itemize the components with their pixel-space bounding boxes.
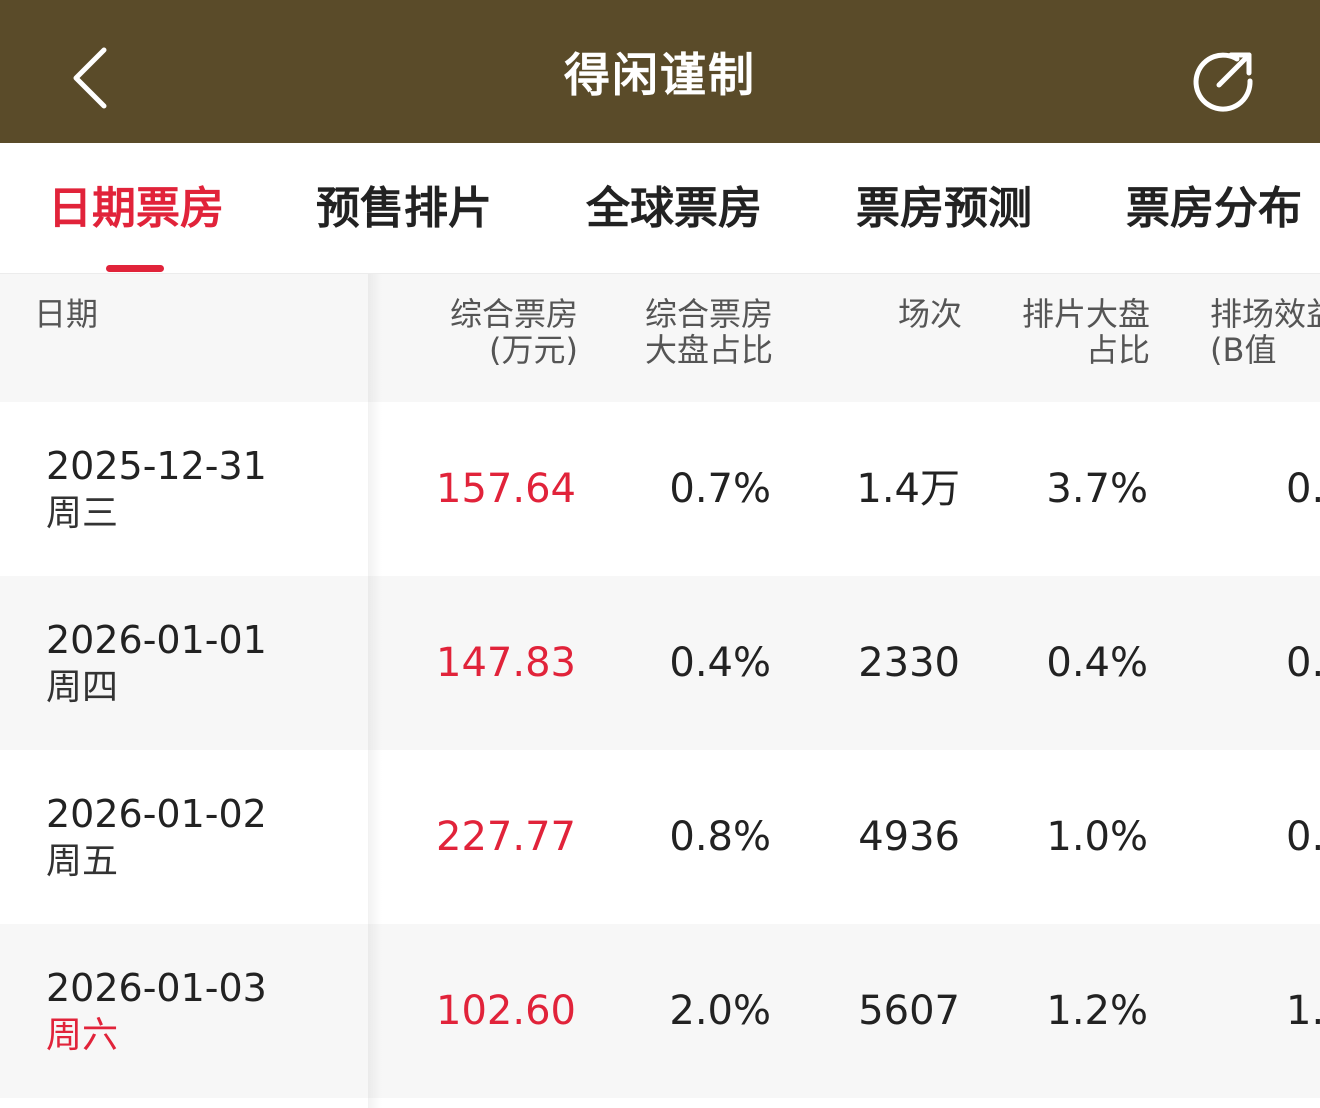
- table-row[interactable]: 2026-01-01 周四 147.83 0.4% 2330 0.4% 0.9: [0, 576, 1320, 750]
- row-date: 2026-01-01: [46, 618, 267, 662]
- header-screening-efficiency[interactable]: 排场效益(B值: [1210, 296, 1320, 368]
- row-screenings: 1.4万: [856, 466, 960, 512]
- row-date: 2025-12-31: [46, 444, 267, 488]
- row-weekday: 周三: [46, 493, 119, 534]
- row-screening-efficiency: 0.: [1286, 814, 1320, 860]
- header-box-office-share[interactable]: 综合票房 大盘占比: [645, 296, 773, 368]
- table-row[interactable]: 2025-12-31 周三 157.64 0.7% 1.4万 3.7% 0.: [0, 402, 1320, 576]
- row-screenings: 5607: [858, 988, 960, 1034]
- header-date: 日期: [34, 295, 99, 333]
- app-header: 得闲谨制: [0, 0, 1320, 143]
- tab-daily-box-office[interactable]: 日期票房: [48, 179, 224, 239]
- row-screenings: 2330: [858, 640, 960, 686]
- row-box-office-share: 0.7%: [669, 466, 771, 512]
- tab-box-office-forecast[interactable]: 票房预测: [856, 179, 1032, 239]
- row-schedule-share: 1.0%: [1046, 814, 1148, 860]
- row-screening-efficiency: 1.: [1286, 988, 1320, 1034]
- row-box-office-share: 2.0%: [669, 988, 771, 1034]
- table-row[interactable]: 2026-01-03 周六 102.60 2.0% 5607 1.2% 1.: [0, 924, 1320, 1098]
- row-screening-efficiency: 0.9: [1286, 640, 1320, 686]
- row-schedule-share: 1.2%: [1046, 988, 1148, 1034]
- chevron-left-icon: [73, 47, 107, 109]
- row-weekday: 周六: [46, 1015, 119, 1056]
- row-box-office: 157.64: [436, 466, 576, 512]
- table-row[interactable]: 2026-01-02 周五 227.77 0.8% 4936 1.0% 0.: [0, 750, 1320, 924]
- row-date: 2026-01-02: [46, 792, 267, 836]
- row-box-office-share: 0.8%: [669, 814, 771, 860]
- row-box-office: 147.83: [436, 640, 576, 686]
- row-schedule-share: 0.4%: [1046, 640, 1148, 686]
- share-icon: [1193, 52, 1253, 112]
- header-screenings[interactable]: 场次: [898, 296, 962, 332]
- row-schedule-share: 3.7%: [1046, 466, 1148, 512]
- active-tab-indicator: [106, 265, 164, 272]
- tab-bar: 日期票房 预售排片 全球票房 票房预测 票房分布: [0, 143, 1320, 274]
- row-screening-efficiency: 0.: [1286, 466, 1320, 512]
- row-date: 2026-01-03: [46, 966, 267, 1010]
- row-box-office: 227.77: [436, 814, 576, 860]
- tab-global-box-office[interactable]: 全球票房: [586, 179, 762, 239]
- row-weekday: 周四: [46, 667, 119, 708]
- tab-box-office-distribution[interactable]: 票房分布: [1126, 179, 1302, 239]
- row-box-office-share: 0.4%: [669, 640, 771, 686]
- table-header-row: 日期 综合票房(万元) 综合票房大盘占比 场次 排片大盘占比 排场效益(B值: [0, 274, 1320, 402]
- tab-presale-schedule[interactable]: 预售排片: [316, 179, 492, 239]
- date-cell: 2025-12-31 周三: [46, 442, 267, 538]
- row-box-office: 102.60: [436, 988, 576, 1034]
- back-button[interactable]: [60, 40, 120, 116]
- page-title: 得闲谨制: [564, 47, 756, 102]
- share-button[interactable]: [1188, 44, 1260, 116]
- header-schedule-share[interactable]: 排片大盘 占比: [1022, 296, 1150, 368]
- date-cell: 2026-01-03 周六: [46, 964, 267, 1060]
- date-cell: 2026-01-02 周五: [46, 790, 267, 886]
- row-weekday: 周五: [46, 841, 119, 882]
- box-office-table[interactable]: 日期 综合票房(万元) 综合票房大盘占比 场次 排片大盘占比 排场效益(B值 2…: [0, 274, 1320, 1108]
- row-screenings: 4936: [858, 814, 960, 860]
- header-box-office[interactable]: 综合票房 (万元): [450, 296, 578, 368]
- date-cell: 2026-01-01 周四: [46, 616, 267, 712]
